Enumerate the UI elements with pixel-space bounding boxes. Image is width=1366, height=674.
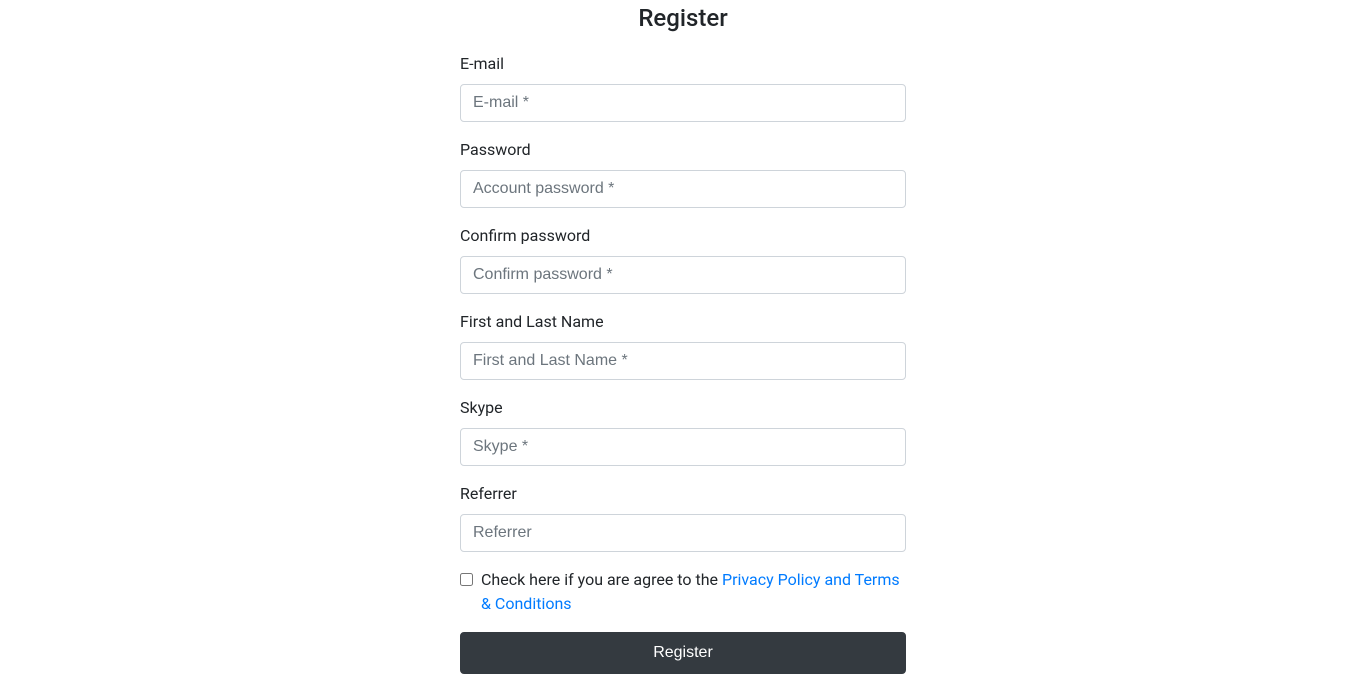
- confirm-password-field[interactable]: [460, 256, 906, 294]
- skype-label: Skype: [460, 396, 906, 420]
- email-label: E-mail: [460, 52, 906, 76]
- password-field[interactable]: [460, 170, 906, 208]
- password-label: Password: [460, 138, 906, 162]
- agreement-checkbox[interactable]: [460, 573, 473, 586]
- register-button[interactable]: Register: [460, 632, 906, 674]
- page-title: Register: [460, 0, 906, 36]
- confirm-password-label: Confirm password: [460, 224, 906, 248]
- referrer-field[interactable]: [460, 514, 906, 552]
- referrer-label: Referrer: [460, 482, 906, 506]
- skype-field[interactable]: [460, 428, 906, 466]
- name-field[interactable]: [460, 342, 906, 380]
- agreement-prefix: Check here if you are agree to the: [481, 570, 722, 589]
- name-label: First and Last Name: [460, 310, 906, 334]
- email-field[interactable]: [460, 84, 906, 122]
- agreement-label: Check here if you are agree to the Priva…: [481, 568, 906, 616]
